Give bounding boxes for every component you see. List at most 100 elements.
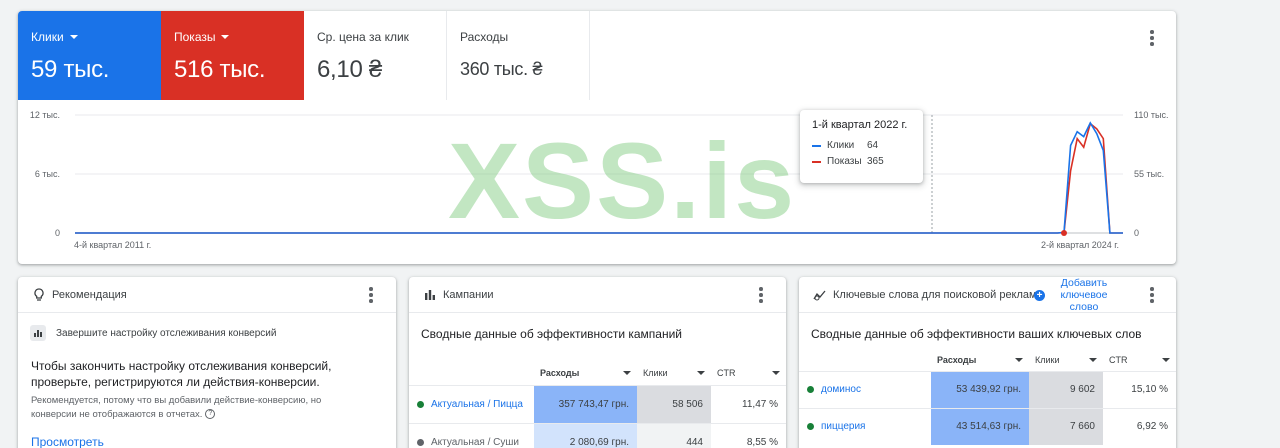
table-row: доминос 53 439,92 грн. 9 602 15,10 % [799,370,1176,408]
status-paused-icon [417,438,424,446]
card-title: Ключевые слова для поисковой рекламы [833,288,1045,301]
more-options-icon[interactable] [1142,285,1162,305]
performance-chart: 12 тыс. 6 тыс. 0 110 тыс. 55 тыс. 0 4-й … [30,110,1169,250]
keywords-summary-title: Сводные данные об эффективности ваших кл… [811,327,1142,341]
bar-chart-icon [30,325,46,341]
hover-point [1061,230,1067,236]
performance-overview-card: Клики 59 тыс. Показы 516 тыс. Ср. цена з… [18,11,1176,264]
card-title: Рекомендация [52,288,127,301]
chevron-down-icon [69,35,78,39]
metric-avg-cpc-label: Ср. цена за клик [317,30,409,44]
metric-clicks-value: 59 тыс. [31,56,110,83]
ctr-cell: 11,47 % [711,384,786,423]
campaign-name-cell[interactable]: Актуальная / Суши [409,422,534,448]
help-icon[interactable]: ? [205,408,216,419]
keywords-table: Расходы Клики CTR доминос 53 439,92 грн.… [799,349,1176,445]
metric-cost[interactable]: Расходы 360 тыс. ₴ [447,11,590,100]
column-header-cost[interactable]: Расходы [534,361,637,385]
tooltip-row-value: 64 [867,140,879,151]
chevron-down-icon [221,35,230,39]
tooltip-row-name: Показы [827,156,862,167]
sort-arrow-icon [772,370,780,375]
campaigns-summary-title: Сводные данные об эффективности кампаний [421,327,682,341]
column-header-clicks[interactable]: Клики [637,361,711,385]
search-keywords-card: Ключевые слова для поисковой рекламы + Д… [799,277,1176,448]
ctr-cell: 6,92 % [1103,407,1176,445]
campaigns-table: Расходы Клики CTR Актуальная / Пицца 357… [409,361,786,448]
recommendation-note: Рекомендуется, потому что вы добавили де… [31,394,351,421]
tooltip-row-impressions: Показы 365 [812,156,911,167]
table-row: пиццерия 43 514,63 грн. 7 660 6,92 % [799,407,1176,445]
column-header-ctr[interactable]: CTR [1103,349,1176,371]
campaign-name[interactable]: Актуальная / Пицца [431,398,523,411]
plus-icon: + [1034,289,1045,301]
y-right-tick: 110 тыс. [1134,110,1168,120]
cost-cell: 2 080,69 грн. [534,422,637,448]
column-header-clicks[interactable]: Клики [1029,349,1103,371]
table-header-row: Расходы Клики CTR [799,349,1176,371]
metric-impressions-value: 516 тыс. [174,56,266,83]
metric-clicks-label: Клики [31,30,64,44]
y-left-tick: 6 тыс. [35,169,60,179]
status-active-icon [417,400,424,408]
card-header: Кампании [409,277,786,313]
metric-avg-cpc[interactable]: Ср. цена за клик 6,10 ₴ [304,11,447,100]
sort-arrow-icon [1015,357,1023,362]
cost-cell: 53 439,92 грн. [931,370,1029,408]
metric-clicks[interactable]: Клики 59 тыс. [18,11,161,100]
keyword-name[interactable]: доминос [821,383,861,396]
lightbulb-icon [32,287,46,302]
column-header-ctr[interactable]: CTR [711,361,786,385]
sort-arrow-icon [1089,357,1097,362]
y-right-tick: 0 [1134,228,1139,238]
y-left-tick: 0 [55,228,60,238]
sort-arrow-icon [1162,357,1170,362]
tooltip-title: 1-й квартал 2022 г. [812,119,908,131]
tooltip-row-name: Клики [827,140,855,151]
clicks-cell: 58 506 [637,384,711,423]
more-options-icon[interactable] [361,285,381,305]
status-active-icon [807,423,814,431]
sort-arrow-icon [623,370,631,375]
card-header: Ключевые слова для поисковой рекламы [799,277,1176,313]
add-keyword-label: Добавить ключевое слово [1060,277,1108,313]
campaign-name[interactable]: Актуальная / Суши [431,436,519,448]
metric-cost-label: Расходы [460,30,509,44]
campaign-name-cell[interactable]: Актуальная / Пицца [409,384,534,423]
legend-swatch-impressions [812,160,821,163]
chart-tooltip: 1-й квартал 2022 г. Клики 64 Показы 365 [800,110,923,183]
tooltip-row-clicks: Клики 64 [812,140,911,151]
clicks-cell: 7 660 [1029,407,1103,445]
x-tick-end: 2-й квартал 2024 г. [1041,240,1119,250]
clicks-cell: 444 [637,422,711,448]
table-row: Актуальная / Пицца 357 743,47 грн. 58 50… [409,384,786,423]
card-header: Рекомендация [18,277,396,313]
x-tick-start: 4-й квартал 2011 г. [74,240,151,250]
metric-cost-value: 360 тыс. ₴ [460,59,543,79]
recommendation-title: Чтобы закончить настройку отслеживания к… [31,359,332,389]
column-header-cost[interactable]: Расходы [931,349,1029,371]
series-line-impressions [75,122,1123,234]
legend-swatch-clicks [812,144,821,147]
metric-avg-cpc-value: 6,10 ₴ [317,56,382,83]
keyword-name-cell[interactable]: доминос [799,370,931,408]
keyword-trend-icon [813,288,827,302]
clicks-cell: 9 602 [1029,370,1103,408]
more-options-icon[interactable] [1142,28,1162,48]
table-row: Актуальная / Суши 2 080,69 грн. 444 8,55… [409,422,786,448]
keyword-name-cell[interactable]: пиццерия [799,407,931,445]
add-keyword-button[interactable]: + Добавить ключевое слово [1034,277,1113,313]
series-line-clicks [75,121,1123,234]
recommendation-card: Рекомендация Завершите настройку отслежи… [18,277,396,448]
more-options-icon[interactable] [751,285,771,305]
metric-impressions[interactable]: Показы 516 тыс. [161,11,304,100]
ctr-cell: 15,10 % [1103,370,1176,408]
keyword-name[interactable]: пиццерия [821,420,865,433]
view-link[interactable]: Просмотреть [31,435,104,448]
ctr-cell: 8,55 % [711,422,786,448]
campaigns-card: Кампании Сводные данные об эффективности… [409,277,786,448]
status-active-icon [807,386,814,393]
note-text: Рекомендуется, потому что вы добавили де… [31,395,322,420]
tooltip-row-value: 365 [867,156,884,167]
y-left-tick: 12 тыс. [30,110,60,120]
